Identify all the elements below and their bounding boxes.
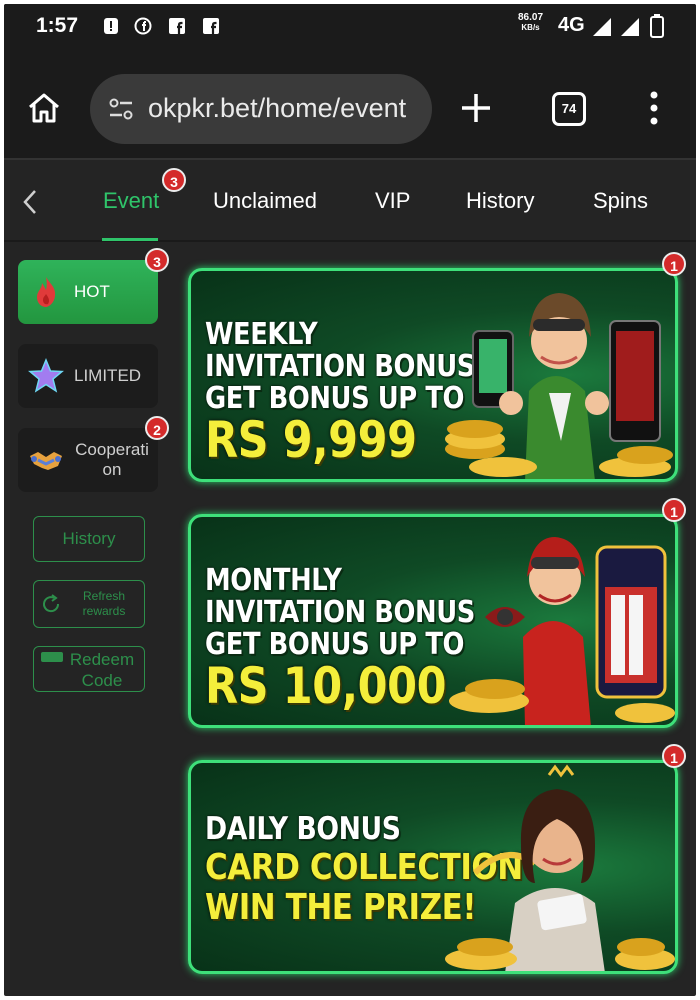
aviator-character-illustration — [445, 293, 673, 479]
daily-bonus-banner[interactable]: DAILY BONUS CARD COLLECTION WIN THE PRIZ… — [188, 760, 678, 974]
banner-line3: WIN THE PRIZE! — [205, 887, 477, 928]
signal-icon — [621, 18, 639, 36]
banner-badge: 1 — [662, 498, 686, 522]
banner-badge: 1 — [662, 252, 686, 276]
refresh-icon — [43, 594, 60, 613]
banner-amount: RS 9,999 — [205, 411, 417, 469]
banner-line1: DAILY BONUS — [205, 811, 401, 847]
speed-value: 86.07 — [518, 12, 544, 23]
banner-line2: INVITATION BONUS — [205, 595, 475, 630]
event-tabs: Event 3 Unclaimed VIP History Spins — [4, 162, 696, 242]
facebook-messenger-icon — [134, 17, 152, 35]
redeem-code-button[interactable]: Redeem Code — [33, 646, 145, 692]
sidebar-item-limited[interactable]: LIMITED — [18, 344, 158, 408]
flame-icon — [37, 277, 56, 307]
tab-switcher-button[interactable]: 74 — [552, 92, 586, 126]
signal-icon — [593, 18, 611, 36]
star-icon — [28, 358, 64, 393]
site-settings-icon[interactable] — [108, 98, 134, 120]
banner-line1: WEEKLY — [205, 317, 318, 352]
battery-icon — [650, 14, 664, 38]
browser-toolbar: okpkr.bet/home/event 74 — [4, 52, 696, 160]
banner-line1: MONTHLY — [205, 563, 342, 598]
home-icon[interactable] — [26, 90, 62, 126]
banner-badge: 1 — [662, 744, 686, 768]
status-bar: 1:57 86.07 KB/s 4G — [4, 4, 696, 52]
status-time: 1:57 — [36, 14, 79, 37]
refresh-rewards-label: Refresh rewards — [82, 589, 126, 618]
new-tab-icon[interactable] — [460, 92, 492, 124]
more-menu-icon[interactable] — [648, 90, 660, 126]
sidebar-item-cooperation[interactable]: Cooperati on — [18, 428, 158, 492]
tab-unclaimed[interactable]: Unclaimed — [213, 188, 317, 214]
banner-line2: INVITATION BONUS — [205, 349, 475, 384]
sidebar-label-cooperation: Cooperati on — [75, 440, 149, 479]
facebook-icon — [203, 18, 219, 34]
network-type: 4G — [558, 14, 585, 36]
alert-icon — [104, 18, 118, 34]
active-tab-indicator — [102, 238, 158, 241]
weekly-invitation-banner[interactable]: WEEKLY INVITATION BONUS GET BONUS UP TO … — [188, 268, 678, 482]
speed-unit: KB/s — [521, 23, 540, 32]
facebook-icon — [169, 18, 185, 34]
tab-spins[interactable]: Spins — [593, 188, 648, 214]
sidebar-item-hot[interactable]: HOT — [18, 260, 158, 324]
tab-event-badge: 3 — [162, 168, 186, 192]
card-collector-illustration — [445, 764, 675, 971]
sidebar-label-hot: HOT — [74, 282, 110, 301]
banner-amount: RS 10,000 — [205, 657, 447, 715]
sidebar-history-button[interactable]: History — [33, 516, 145, 562]
refresh-rewards-button[interactable]: Refresh rewards — [33, 580, 145, 628]
sidebar-label-limited: LIMITED — [74, 366, 142, 385]
tab-event[interactable]: Event — [103, 188, 159, 214]
tab-vip[interactable]: VIP — [375, 188, 410, 214]
address-bar[interactable]: okpkr.bet/home/event — [90, 74, 432, 144]
network-speed: 86.07 KB/s — [518, 13, 543, 33]
sidebar-hot-badge: 3 — [145, 248, 169, 272]
back-arrow-icon[interactable] — [20, 188, 40, 216]
monthly-invitation-banner[interactable]: MONTHLY INVITATION BONUS GET BONUS UP TO… — [188, 514, 678, 728]
sidebar-cooperation-badge: 2 — [145, 416, 169, 440]
handshake-icon — [30, 452, 62, 470]
redeem-code-label: Redeem Code — [69, 650, 135, 690]
url-text: okpkr.bet/home/event — [148, 93, 407, 123]
aviator-character-illustration — [449, 537, 675, 725]
tab-history[interactable]: History — [466, 188, 534, 214]
screen: 1:57 86.07 KB/s 4G okpkr.bet/home/event … — [4, 4, 696, 996]
